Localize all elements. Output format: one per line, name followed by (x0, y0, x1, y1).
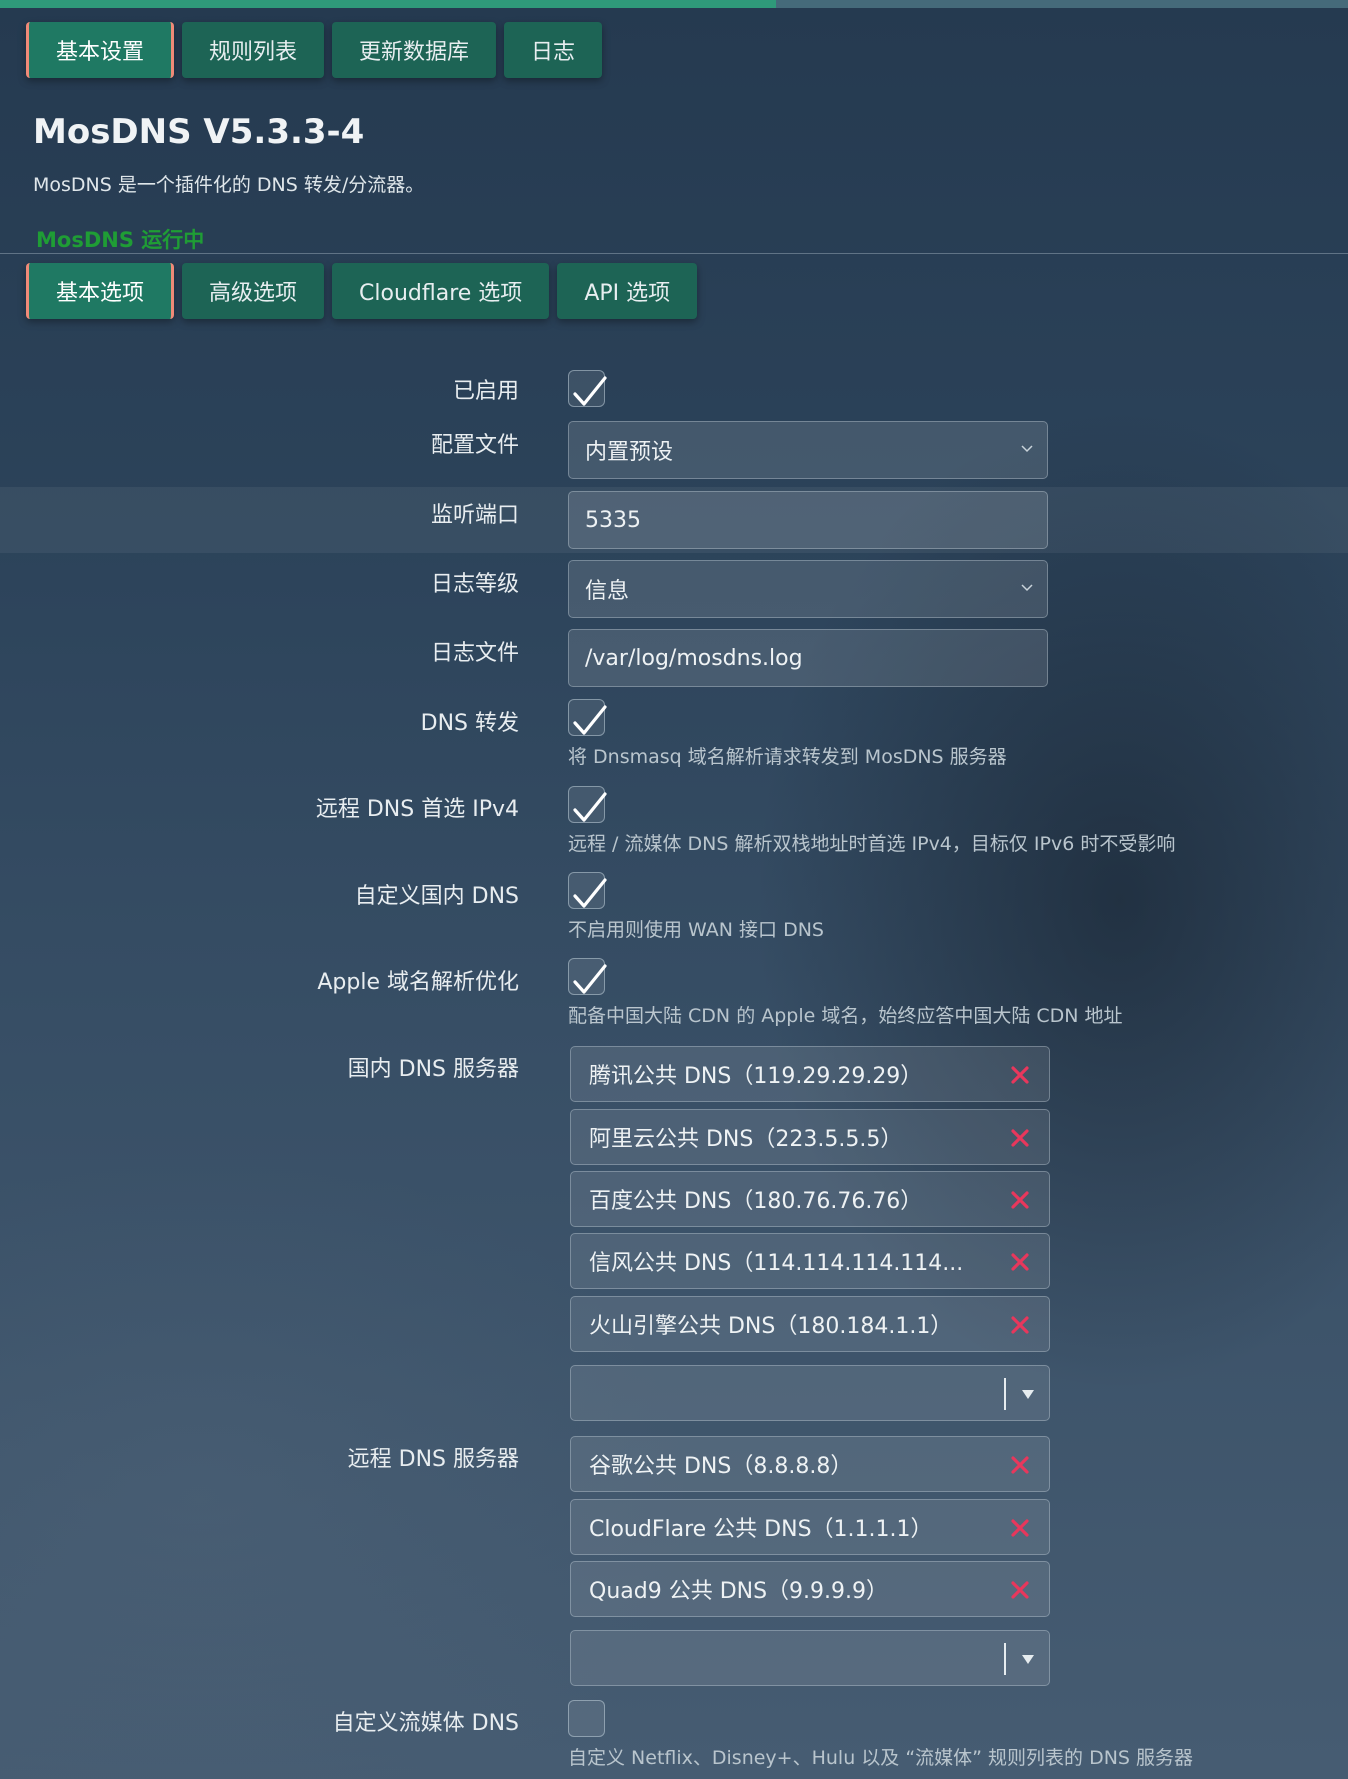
prefer-ipv4-label: 远程 DNS 首选 IPv4 (315, 797, 519, 822)
local-dns-item-label: 火山引擎公共 DNS（180.184.1.1） (589, 1314, 953, 1339)
log-level-value: 信息 (585, 579, 630, 604)
listen-port-label: 监听端口 (430, 503, 519, 528)
custom-stream-dns-checkbox[interactable] (568, 1700, 605, 1737)
remove-icon[interactable] (1009, 1127, 1031, 1149)
remote-dns-label: 远程 DNS 服务器 (347, 1447, 519, 1472)
remove-icon[interactable] (1009, 1454, 1031, 1476)
log-file-label: 日志文件 (430, 641, 519, 666)
tab-logs[interactable]: 日志 (504, 22, 603, 78)
remove-icon[interactable] (1009, 1517, 1031, 1539)
tab-cloudflare-options[interactable]: Cloudflare 选项 (332, 263, 550, 319)
apple-optimize-label: Apple 域名解析优化 (317, 970, 519, 995)
local-dns-item: 火山引擎公共 DNS（180.184.1.1） (570, 1296, 1050, 1352)
local-dns-item-label: 百度公共 DNS（180.76.76.76） (589, 1189, 923, 1214)
remove-icon[interactable] (1009, 1189, 1031, 1211)
tab-update-database[interactable]: 更新数据库 (332, 22, 497, 78)
local-dns-item-label: 腾讯公共 DNS（119.29.29.29） (589, 1064, 923, 1089)
config-file-select[interactable]: 内置预设 (568, 421, 1048, 479)
remove-icon[interactable] (1009, 1579, 1031, 1601)
chevron-down-icon (1021, 584, 1033, 592)
select-separator (1004, 1643, 1006, 1675)
checkmark-icon (573, 878, 607, 908)
remote-dns-item-label: 谷歌公共 DNS（8.8.8.8） (589, 1454, 853, 1479)
remote-dns-item: 谷歌公共 DNS（8.8.8.8） (570, 1436, 1050, 1492)
log-level-label: 日志等级 (430, 572, 519, 597)
page-description: MosDNS 是一个插件化的 DNS 转发/分流器。 (33, 174, 425, 196)
remote-dns-add-select[interactable] (570, 1630, 1050, 1686)
custom-stream-dns-label: 自定义流媒体 DNS (332, 1711, 519, 1736)
custom-local-dns-checkbox[interactable] (568, 872, 607, 909)
listen-port-input[interactable]: 5335 (568, 491, 1048, 549)
local-dns-label: 国内 DNS 服务器 (347, 1057, 519, 1082)
apple-optimize-help: 配备中国大陆 CDN 的 Apple 域名，始终应答中国大陆 CDN 地址 (568, 1005, 1123, 1027)
checkmark-icon (573, 376, 607, 406)
log-file-input[interactable]: /var/log/mosdns.log (568, 629, 1048, 687)
top-progress-bar (0, 0, 1348, 8)
service-status: MosDNS 运行中 (36, 228, 205, 252)
listen-port-value: 5335 (585, 507, 641, 533)
checkmark-icon (573, 964, 607, 994)
custom-local-dns-help: 不启用则使用 WAN 接口 DNS (568, 919, 824, 941)
select-separator (1004, 1378, 1006, 1410)
remote-dns-item-label: Quad9 公共 DNS（9.9.9.9） (589, 1579, 889, 1604)
tab-api-options[interactable]: API 选项 (557, 263, 698, 319)
caret-down-icon (1022, 1655, 1034, 1664)
page-title: MosDNS V5.3.3-4 (33, 112, 365, 152)
local-dns-item-label: 信风公共 DNS（114.114.114.114... (589, 1251, 964, 1276)
custom-stream-dns-help: 自定义 Netflix、Disney+、Hulu 以及 “流媒体” 规则列表的 … (568, 1747, 1194, 1769)
apple-optimize-checkbox[interactable] (568, 958, 607, 995)
caret-down-icon (1022, 1390, 1034, 1399)
custom-local-dns-label: 自定义国内 DNS (354, 884, 519, 909)
dns-forward-checkbox[interactable] (568, 699, 607, 736)
local-dns-item: 腾讯公共 DNS（119.29.29.29） (570, 1046, 1050, 1102)
dns-forward-label: DNS 转发 (420, 711, 519, 736)
tab-rule-list[interactable]: 规则列表 (182, 22, 325, 78)
remove-icon[interactable] (1009, 1064, 1031, 1086)
enabled-checkbox[interactable] (568, 370, 607, 407)
checkmark-icon (573, 705, 607, 735)
local-dns-item-label: 阿里云公共 DNS（223.5.5.5） (589, 1127, 903, 1152)
checkmark-icon (573, 792, 607, 822)
local-dns-add-select[interactable] (570, 1365, 1050, 1421)
remote-dns-item-label: CloudFlare 公共 DNS（1.1.1.1） (589, 1517, 933, 1542)
top-bar-accent (0, 0, 776, 8)
local-dns-item: 百度公共 DNS（180.76.76.76） (570, 1171, 1050, 1227)
dns-forward-help: 将 Dnsmasq 域名解析请求转发到 MosDNS 服务器 (568, 746, 1007, 768)
local-dns-item: 阿里云公共 DNS（223.5.5.5） (570, 1109, 1050, 1165)
divider (0, 253, 1348, 254)
remote-dns-item: CloudFlare 公共 DNS（1.1.1.1） (570, 1499, 1050, 1555)
remote-dns-item: Quad9 公共 DNS（9.9.9.9） (570, 1561, 1050, 1617)
remove-icon[interactable] (1009, 1251, 1031, 1273)
remove-icon[interactable] (1009, 1314, 1031, 1336)
config-file-label: 配置文件 (430, 433, 519, 458)
main-tabs: 基本设置 规则列表 更新数据库 日志 (26, 22, 603, 78)
top-bar-rest (776, 0, 1348, 8)
local-dns-item: 信风公共 DNS（114.114.114.114... (570, 1233, 1050, 1289)
log-file-value: /var/log/mosdns.log (585, 645, 803, 671)
chevron-down-icon (1021, 445, 1033, 453)
tab-basic-settings[interactable]: 基本设置 (26, 22, 175, 78)
config-file-value: 内置预设 (585, 440, 674, 465)
tab-advanced-options[interactable]: 高级选项 (182, 263, 325, 319)
tab-basic-options[interactable]: 基本选项 (26, 263, 175, 319)
section-tabs: 基本选项 高级选项 Cloudflare 选项 API 选项 (26, 263, 698, 319)
prefer-ipv4-help: 远程 / 流媒体 DNS 解析双栈地址时首选 IPv4，目标仅 IPv6 时不受… (568, 833, 1176, 855)
prefer-ipv4-checkbox[interactable] (568, 786, 607, 823)
log-level-select[interactable]: 信息 (568, 560, 1048, 618)
enabled-label: 已启用 (452, 379, 519, 404)
